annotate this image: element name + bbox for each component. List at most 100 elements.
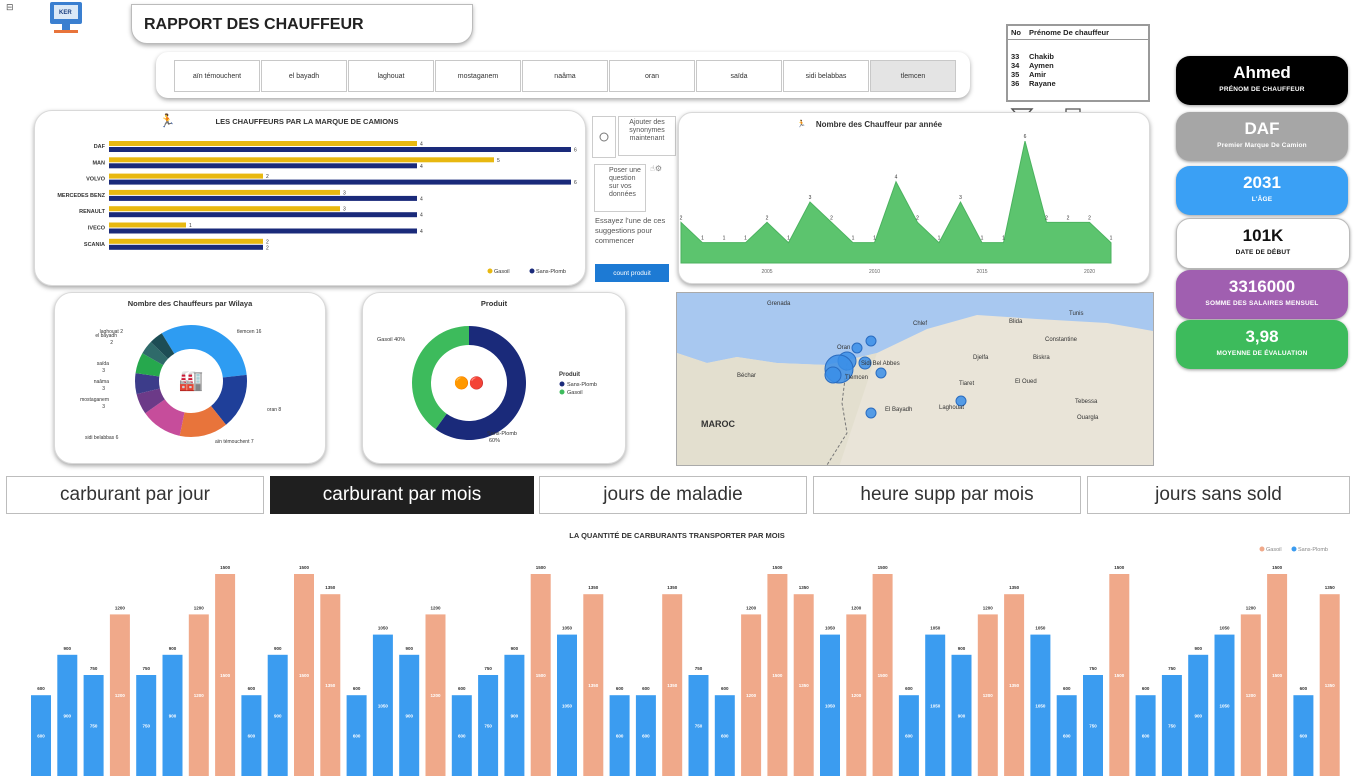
bar-gasoil[interactable] [109, 189, 340, 195]
bar-gasoil[interactable] [109, 157, 494, 163]
bar-sans-plomb[interactable] [109, 228, 417, 234]
legend-marker [487, 268, 493, 274]
wilaya-slicer[interactable]: aïn témouchent el bayadh laghouat mostagane… [156, 52, 970, 98]
point-label: 2 [1088, 215, 1091, 221]
bar-inner-label: 1050 [1219, 703, 1230, 708]
wilaya-slicer-item[interactable]: sidi belabbas [783, 60, 869, 92]
driver-table-row[interactable]: 34 Aymen [1011, 61, 1145, 70]
legend-label: Sans-Plomb [536, 269, 566, 275]
slice-value: 60% [489, 438, 500, 444]
driver-table-row[interactable]: 33 Chakib [1011, 52, 1145, 61]
bar-inner-label: 600 [1142, 734, 1150, 739]
point-label: 3 [959, 195, 962, 201]
bar-gasoil[interactable] [109, 206, 340, 212]
suggestion-count-produit-button[interactable]: count produit [595, 264, 669, 282]
bar-sans-plomb[interactable] [109, 195, 417, 201]
area-series[interactable] [680, 140, 1112, 264]
bar-value-label: 600 [1300, 686, 1308, 691]
bar-inner-label: 600 [642, 734, 650, 739]
chart-title: Nombre des Chauffeurs par Wilaya [128, 299, 253, 308]
legend-label: Gasoil [494, 269, 510, 275]
bar-value-label: 600 [37, 686, 45, 691]
feedback-icon[interactable]: ☝⚙ [650, 164, 662, 173]
map-place-label: MAROC [701, 419, 735, 429]
bar-inner-label: 1350 [1325, 683, 1336, 688]
bar-sans-plomb[interactable] [109, 147, 571, 152]
donut-slice[interactable] [161, 325, 247, 378]
map-place-label: Laghouat [939, 405, 964, 411]
driver-name: Amir [1029, 70, 1047, 79]
bar-gasoil[interactable] [109, 238, 263, 244]
bar-gasoil[interactable] [109, 173, 263, 179]
bar-value-label: 1350 [325, 585, 336, 590]
category-label: IVECO [88, 226, 106, 232]
tab-button[interactable]: carburant par mois [270, 476, 534, 514]
map-bubble[interactable] [851, 342, 863, 354]
driver-table-row[interactable]: 35 Amir [1011, 70, 1145, 79]
bar-value-label: 1500 [1272, 565, 1283, 570]
wilaya-slicer-item[interactable]: oran [609, 60, 695, 92]
bar-inner-label: 1500 [299, 673, 310, 678]
bar-sans-plomb[interactable] [109, 179, 571, 185]
bar-sans-plomb[interactable] [109, 244, 263, 250]
bar-gasoil[interactable] [109, 141, 417, 146]
map-bubble[interactable] [824, 366, 842, 384]
wilaya-slicer-item[interactable]: el bayadh [261, 60, 347, 92]
map-bubble[interactable] [865, 335, 877, 347]
bar-inner-label: 1500 [1272, 673, 1283, 678]
qa-info-icon[interactable] [592, 116, 616, 158]
ask-question-button[interactable]: Poser une question sur vos données [594, 164, 646, 212]
kpi-card: 3,98 MOYENNE DE ÉVALUATION [1176, 320, 1348, 369]
bar-value-label: 1200 [194, 605, 205, 610]
tab-button[interactable]: heure supp par mois [813, 476, 1081, 514]
year-area-chart-panel: 🏃 Nombre des Chauffeur par année 2 1 1 1 2 1 3 2 1… [678, 112, 1150, 284]
slice-value: 3 [102, 368, 105, 374]
bar-inner-label: 1350 [1009, 683, 1020, 688]
bar-value-label: 1350 [667, 585, 678, 590]
bar-value-label: 1350 [1325, 585, 1336, 590]
point-label: 1 [852, 236, 855, 242]
slice-value: 3 [102, 404, 105, 410]
bar-value-label: 4 [420, 229, 423, 235]
bar-sans-plomb[interactable] [109, 163, 417, 169]
map-bubble[interactable] [875, 367, 887, 379]
point-label: 3 [809, 195, 812, 201]
legend-label: Sans-Plomb [567, 382, 597, 388]
kpi-value: Ahmed [1233, 63, 1291, 82]
driver-table[interactable]: No Prénome De chauffeur 33 Chakib 34 Aymen 3… [1006, 24, 1150, 102]
bar-inner-label: 1350 [667, 683, 678, 688]
map-place-label: Tiaret [959, 381, 974, 387]
category-label: SCANIA [84, 242, 105, 248]
wilaya-slicer-item[interactable]: mostaganem [435, 60, 521, 92]
wilaya-map[interactable]: Oran Sidi Bel Abbes Tlemcen El Bayadh Laghou… [676, 292, 1154, 466]
bar-gasoil[interactable] [109, 222, 186, 228]
bar-value-label: 750 [1089, 666, 1097, 671]
bar-value-label: 6 [574, 148, 577, 154]
slice-label: oran 8 [267, 407, 281, 413]
bar-inner-label: 1050 [562, 703, 573, 708]
wilaya-donut-chart: Nombre des Chauffeurs par Wilaya 🏭 tlemcen… [80, 299, 281, 445]
tab-button[interactable]: jours de maladie [539, 476, 807, 514]
bar-sans-plomb[interactable] [109, 212, 417, 218]
wilaya-slicer-item[interactable]: aïn témouchent [174, 60, 260, 92]
add-synonyms-button[interactable]: Ajouter des synonymes maintenant [618, 116, 676, 156]
bar-inner-label: 600 [353, 734, 361, 739]
wilaya-slicer-item[interactable]: naâma [522, 60, 608, 92]
wilaya-slicer-item[interactable]: saïda [696, 60, 782, 92]
tab-button[interactable]: carburant par jour [6, 476, 264, 514]
map-bubble[interactable] [865, 407, 877, 419]
bar-inner-label: 900 [274, 713, 282, 718]
bar-value-label: 750 [695, 666, 703, 671]
driver-table-row[interactable]: 36 Rayane [1011, 79, 1145, 88]
kpi-card: DAF Premier Marque De Camion [1176, 112, 1348, 161]
wilaya-slicer-item[interactable]: tlemcen [870, 60, 956, 92]
point-label: 2 [766, 215, 769, 221]
x-tick-label: 2005 [761, 269, 772, 275]
tab-button[interactable]: jours sans sold [1087, 476, 1350, 514]
wilaya-slicer-item[interactable]: laghouat [348, 60, 434, 92]
kpi-label: SOMME DES SALAIRES MENSUEL [1205, 300, 1319, 307]
kpi-card: 3316000 SOMME DES SALAIRES MENSUEL [1176, 270, 1348, 319]
bar-inner-label: 1050 [378, 703, 389, 708]
map-place-label: Tlemcen [845, 375, 868, 381]
bar-inner-label: 750 [90, 724, 98, 729]
